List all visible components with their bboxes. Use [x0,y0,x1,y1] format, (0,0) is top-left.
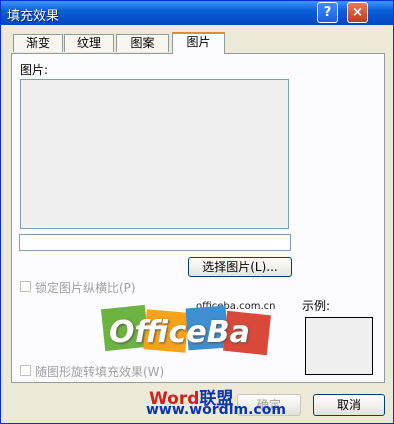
tab-pattern[interactable]: 图案 [116,34,169,52]
rotate-with-shape-label: 随图形旋转填充效果(W) [35,365,165,379]
sample-preview [305,317,373,375]
help-button[interactable]: ? [317,2,338,23]
rotate-with-shape-checkbox[interactable] [20,365,31,376]
lock-ratio-label: 锁定图片纵横比(P) [35,281,136,295]
lock-ratio-checkbox[interactable] [20,281,31,292]
watermark-url: www.wordlm.com [146,402,286,418]
cancel-button[interactable]: 取消 [313,394,385,416]
tab-picture[interactable]: 图片 [172,32,225,54]
picture-preview [20,79,289,229]
sample-label: 示例: [302,299,331,313]
close-button[interactable]: × [347,2,368,23]
picture-file-path [19,234,291,251]
select-picture-button[interactable]: 选择图片(L)... [188,257,292,277]
fill-effects-dialog: 填充效果 ? × 渐变 纹理 图案 图片 图片: 选择图片(L)... 锁定图片… [0,0,394,424]
dialog-title: 填充效果 [7,9,60,24]
title-bar: 填充效果 ? × [1,1,393,25]
watermark-logo-text: OfficeBa [109,315,250,350]
tab-gradient[interactable]: 渐变 [13,34,63,52]
picture-label: 图片: [20,63,49,77]
tab-texture[interactable]: 纹理 [64,34,114,52]
